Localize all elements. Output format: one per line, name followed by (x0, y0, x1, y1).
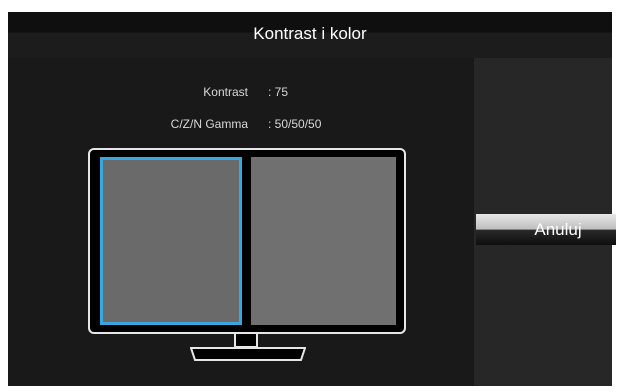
setting-value: : 50/50/50 (268, 117, 322, 131)
cancel-button-label: Anuluj (534, 220, 582, 239)
monitor-neck (234, 334, 258, 348)
preview-panel-left-selected[interactable] (100, 157, 242, 325)
preview-panel-right[interactable] (251, 157, 396, 325)
setting-label: C/Z/N Gamma (170, 117, 248, 131)
cancel-button[interactable]: Anuluj (476, 214, 616, 245)
setting-row-gamma: C/Z/N Gamma : 50/50/50 (0, 117, 620, 133)
monitor-stand-icon (190, 347, 306, 361)
setting-row-contrast: Kontrast : 75 (0, 85, 620, 101)
setting-label: Kontrast (203, 85, 248, 99)
dialog-title: Kontrast i kolor (8, 12, 612, 58)
setting-value: : 75 (268, 85, 289, 99)
